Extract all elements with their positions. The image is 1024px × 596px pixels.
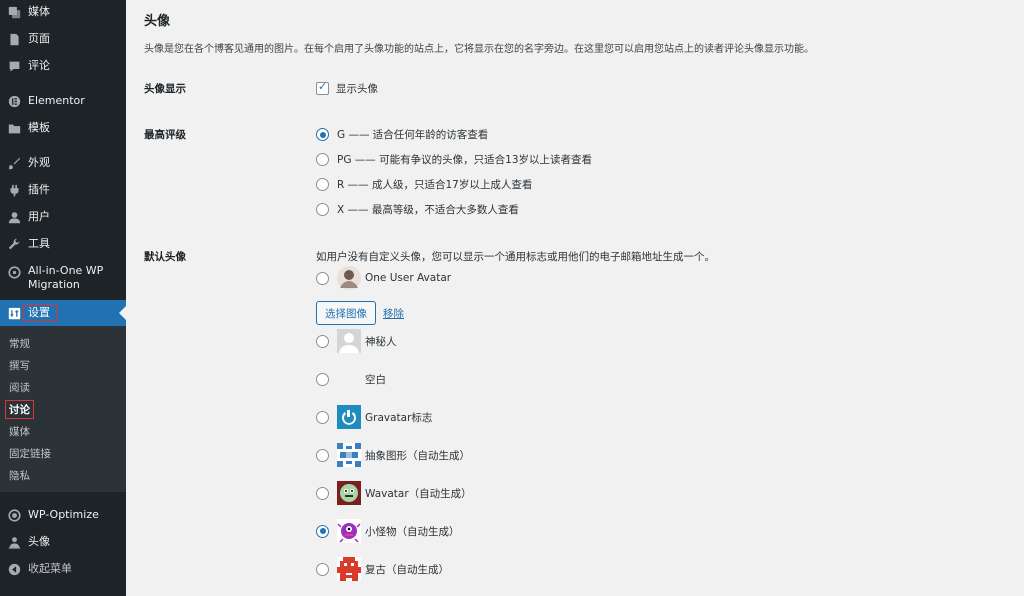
- avatar-option-gravatar[interactable]: Gravatar标志: [316, 405, 432, 429]
- radio[interactable]: [316, 372, 329, 386]
- blank-avatar: [337, 367, 361, 391]
- default-avatar-description: 如用户没有自定义头像，您可以显示一个通用标志或用他们的电子邮箱地址生成一个。: [316, 251, 715, 263]
- avatar-option-blank[interactable]: 空白: [316, 367, 386, 391]
- collapse-icon: [7, 562, 21, 576]
- monster-avatar: [337, 519, 361, 543]
- folder-icon: [7, 121, 21, 135]
- menu-item-users[interactable]: 用户: [0, 210, 126, 224]
- settings-icon: [7, 306, 21, 320]
- collapse-menu-button[interactable]: 收起菜单: [0, 562, 126, 576]
- avatar-option-wavatar[interactable]: Wavatar（自动生成）: [316, 481, 472, 505]
- rating-option-pg[interactable]: PG —— 可能有争议的头像，只适合13岁以上读者查看: [316, 152, 592, 167]
- max-rating-label: 最高评级: [144, 129, 186, 141]
- menu-item-avatars[interactable]: 头像: [0, 535, 126, 549]
- menu-item-comments[interactable]: 评论: [0, 59, 126, 73]
- avatar-option-mystery[interactable]: 神秘人: [316, 329, 397, 353]
- radio[interactable]: [316, 334, 329, 348]
- menu-item-plugins[interactable]: 插件: [0, 183, 126, 197]
- radio[interactable]: [316, 128, 329, 141]
- optimize-icon: [7, 508, 21, 522]
- migration-icon: [7, 265, 21, 279]
- rating-option-r[interactable]: R —— 成人级，只适合17岁以上成人查看: [316, 177, 532, 192]
- menu-item-pages[interactable]: 页面: [0, 32, 126, 46]
- radio[interactable]: [316, 271, 329, 285]
- menu-item-migration[interactable]: All-in-One WP Migration: [0, 264, 126, 292]
- avatar-option-identicon[interactable]: 抽象图形（自动生成）: [316, 443, 470, 467]
- show-avatars-label: 头像显示: [144, 83, 186, 95]
- rating-option-g[interactable]: G —— 适合任何年龄的访客查看: [316, 127, 488, 142]
- user-icon: [7, 210, 21, 224]
- show-avatars-checkbox[interactable]: ✓ 显示头像: [316, 80, 378, 96]
- menu-item-wp-optimize[interactable]: WP-Optimize: [0, 508, 126, 522]
- rating-option-x[interactable]: X —— 最高等级，不适合大多数人查看: [316, 202, 519, 217]
- retro-avatar: [337, 557, 361, 581]
- radio[interactable]: [316, 448, 329, 462]
- radio[interactable]: [316, 486, 329, 500]
- wrench-icon: [7, 237, 21, 251]
- current-menu-arrow: [119, 306, 126, 320]
- settings-main: 头像 头像是您在各个博客见通用的图片。在每个启用了头像功能的站点上，它将显示在您…: [126, 0, 1024, 596]
- remove-link[interactable]: 移除: [383, 306, 404, 321]
- mystery-person-avatar: [337, 329, 361, 353]
- menu-item-media[interactable]: 媒体: [0, 5, 126, 19]
- settings-submenu: 常规 撰写 阅读 讨论 媒体 固定链接 隐私: [0, 326, 126, 492]
- radio[interactable]: [316, 562, 329, 576]
- radio[interactable]: [316, 203, 329, 216]
- radio[interactable]: [316, 410, 329, 424]
- submenu-reading[interactable]: 阅读: [9, 380, 30, 395]
- checkbox[interactable]: ✓: [316, 80, 329, 95]
- menu-item-appearance[interactable]: 外观: [0, 156, 126, 170]
- plugin-icon: [7, 183, 21, 197]
- submenu-media[interactable]: 媒体: [9, 424, 30, 439]
- menu-item-settings[interactable]: 设置: [0, 300, 126, 326]
- wavatar-avatar: [337, 481, 361, 505]
- submenu-general[interactable]: 常规: [9, 336, 30, 351]
- section-title: 头像: [144, 14, 171, 29]
- avatar-option-user[interactable]: One User Avatar: [316, 266, 451, 290]
- menu-item-templates[interactable]: 模板: [0, 121, 126, 135]
- page-icon: [7, 32, 21, 46]
- avatar-option-retro[interactable]: 复古（自动生成）: [316, 557, 449, 581]
- user-photo-avatar: [337, 266, 361, 290]
- check-icon: ✓: [318, 80, 328, 93]
- identicon-avatar: [337, 443, 361, 467]
- submenu-privacy[interactable]: 隐私: [9, 468, 30, 483]
- media-icon: [7, 5, 21, 19]
- avatar-option-monster[interactable]: 小怪物（自动生成）: [316, 519, 460, 543]
- radio[interactable]: [316, 524, 329, 538]
- gravatar-logo-avatar: [337, 405, 361, 429]
- default-avatar-label: 默认头像: [144, 251, 186, 263]
- elementor-icon: [7, 94, 21, 108]
- admin-sidebar: 媒体 页面 评论 Elementor 模板 外观 插件 用户 工具 All-in…: [0, 0, 126, 596]
- menu-item-elementor[interactable]: Elementor: [0, 94, 126, 108]
- section-description: 头像是您在各个博客见通用的图片。在每个启用了头像功能的站点上，它将显示在您的名字…: [144, 44, 814, 55]
- submenu-writing[interactable]: 撰写: [9, 358, 30, 373]
- radio[interactable]: [316, 178, 329, 191]
- paintbrush-icon: [7, 156, 21, 170]
- comment-icon: [7, 59, 21, 73]
- radio[interactable]: [316, 153, 329, 166]
- menu-item-tools[interactable]: 工具: [0, 237, 126, 251]
- choose-image-button[interactable]: 选择图像: [316, 301, 376, 325]
- submenu-discussion[interactable]: 讨论: [5, 400, 34, 419]
- avatar-plugin-icon: [7, 535, 21, 549]
- submenu-permalinks[interactable]: 固定链接: [9, 446, 51, 461]
